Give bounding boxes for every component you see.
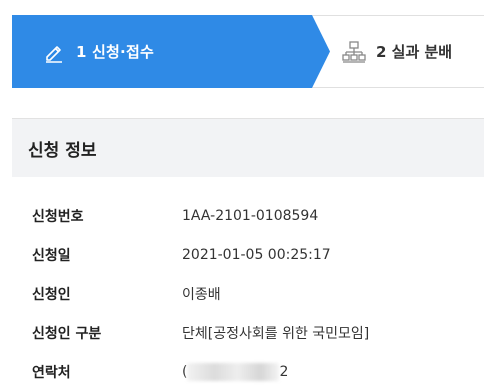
info-row-applicant: 신청인 이종배 bbox=[12, 274, 484, 313]
applicant-type: 단체[공정사회를 위한 국민모임] bbox=[182, 325, 370, 342]
info-label: 신청인 bbox=[32, 286, 71, 303]
section-title: 신청 정보 bbox=[28, 140, 97, 161]
org-chart-icon bbox=[342, 40, 366, 64]
info-row-contact: 연락처 ( 2 bbox=[12, 352, 484, 391]
info-row-application-no: 신청번호 1AA-2101-0108594 bbox=[12, 196, 484, 235]
redacted-phone-blur bbox=[187, 362, 280, 381]
applicant-name: 이종배 bbox=[182, 286, 221, 303]
info-label: 연락처 bbox=[32, 364, 71, 381]
progress-steps: 1 신청·접수 2 실과 분배 bbox=[12, 15, 484, 88]
step-apply-receive[interactable]: 1 신청·접수 bbox=[12, 15, 330, 88]
info-row-application-date: 신청일 2021-01-05 00:25:17 bbox=[12, 235, 484, 274]
info-label: 신청인 구분 bbox=[32, 325, 102, 342]
application-info-list: 신청번호 1AA-2101-0108594 신청일 2021-01-05 00:… bbox=[12, 196, 484, 391]
contact-phone: ( 2 bbox=[182, 362, 289, 381]
step-label: 1 신청·접수 bbox=[76, 43, 154, 61]
step-department-distribution[interactable]: 2 실과 분배 bbox=[342, 16, 452, 87]
info-label: 신청일 bbox=[32, 247, 71, 264]
application-number: 1AA-2101-0108594 bbox=[182, 207, 319, 224]
info-row-applicant-type: 신청인 구분 단체[공정사회를 위한 국민모임] bbox=[12, 313, 484, 352]
contact-suffix: 2 bbox=[279, 363, 289, 380]
info-label: 신청번호 bbox=[32, 208, 84, 225]
application-date: 2021-01-05 00:25:17 bbox=[182, 246, 331, 263]
step-label: 2 실과 분배 bbox=[376, 43, 453, 61]
section-header: 신청 정보 bbox=[12, 118, 484, 177]
pencil-icon bbox=[42, 40, 66, 64]
